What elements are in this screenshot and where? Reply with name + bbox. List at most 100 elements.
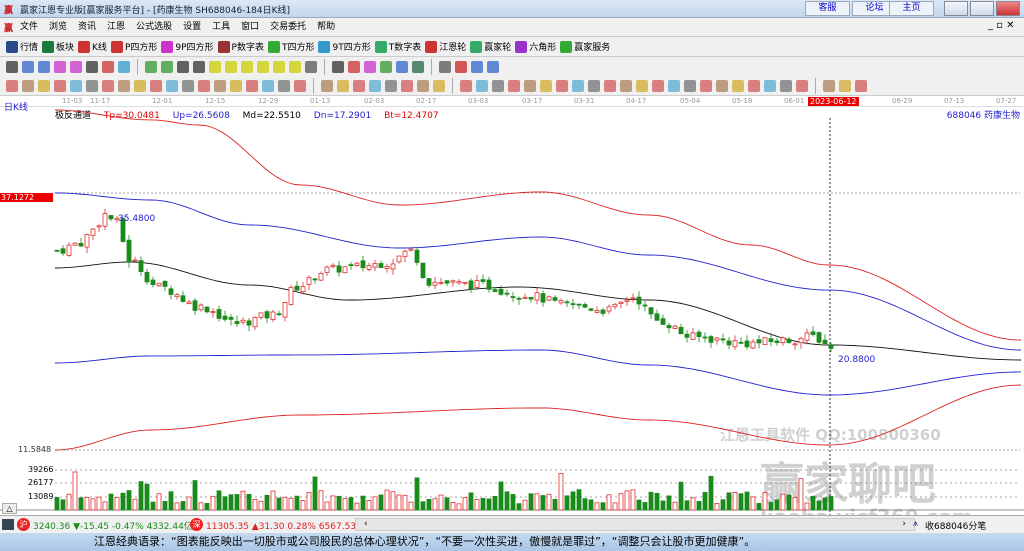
toolbar-button[interactable]: 赢家服务: [560, 40, 610, 53]
minimize-button[interactable]: [944, 1, 968, 16]
chart-tool-icon[interactable]: [193, 60, 205, 73]
customer-service-link[interactable]: 客服: [805, 1, 850, 16]
drawing-tool-icon[interactable]: [166, 79, 178, 92]
chart-tool-icon[interactable]: [471, 60, 483, 73]
collapse-panel-button[interactable]: △: [2, 503, 17, 514]
drawing-tool-icon[interactable]: [684, 79, 696, 92]
drawing-tool-icon[interactable]: [70, 79, 82, 92]
shanghai-index[interactable]: 3240.36 ▼-15.45 -0.47% 4332.44亿: [33, 519, 193, 532]
drawing-tool-icon[interactable]: [796, 79, 808, 92]
horizontal-scrollbar[interactable]: ‹ ›: [355, 518, 915, 531]
chart-tool-icon[interactable]: [380, 60, 392, 73]
drawing-tool-icon[interactable]: [102, 79, 114, 92]
chart-tool-icon[interactable]: [348, 60, 360, 73]
menu-item[interactable]: 江恩: [107, 18, 125, 37]
chart-tool-icon[interactable]: [439, 60, 451, 73]
drawing-tool-icon[interactable]: [839, 79, 851, 92]
drawing-tool-icon[interactable]: [337, 79, 349, 92]
drawing-tool-icon[interactable]: [321, 79, 333, 92]
menu-item[interactable]: 工具: [212, 18, 230, 37]
chart-tool-icon[interactable]: [177, 60, 189, 73]
drawing-tool-icon[interactable]: [524, 79, 536, 92]
close-button[interactable]: [996, 1, 1020, 16]
chart-tool-icon[interactable]: [145, 60, 157, 73]
chart-tool-icon[interactable]: [38, 60, 50, 73]
chart-tool-icon[interactable]: [257, 60, 269, 73]
tick-data-label[interactable]: 收688046分笔: [925, 519, 986, 532]
menu-item[interactable]: 资讯: [78, 18, 96, 37]
drawing-tool-icon[interactable]: [716, 79, 728, 92]
menu-item[interactable]: 公式选股: [136, 18, 172, 37]
toolbar-button[interactable]: 赢家轮: [470, 40, 511, 53]
chart-tool-icon[interactable]: [54, 60, 66, 73]
drawing-tool-icon[interactable]: [86, 79, 98, 92]
chart-tool-icon[interactable]: [86, 60, 98, 73]
chart-tool-icon[interactable]: [289, 60, 301, 73]
chart-tool-icon[interactable]: [412, 60, 424, 73]
chart-tool-icon[interactable]: [6, 60, 18, 73]
toolbar-button[interactable]: 行情: [6, 40, 38, 53]
drawing-tool-icon[interactable]: [214, 79, 226, 92]
drawing-tool-icon[interactable]: [230, 79, 242, 92]
drawing-tool-icon[interactable]: [780, 79, 792, 92]
child-window-controls[interactable]: _ ▫ ✕: [988, 20, 1015, 31]
chart-tool-icon[interactable]: [305, 60, 317, 73]
kline-chart[interactable]: [0, 96, 1024, 516]
chart-tool-icon[interactable]: [241, 60, 253, 73]
menu-item[interactable]: 窗口: [241, 18, 259, 37]
drawing-tool-icon[interactable]: [54, 79, 66, 92]
drawing-tool-icon[interactable]: [198, 79, 210, 92]
drawing-tool-icon[interactable]: [492, 79, 504, 92]
chart-tool-icon[interactable]: [70, 60, 82, 73]
toolbar-button[interactable]: T四方形: [267, 40, 314, 53]
toolbar-button[interactable]: T数字表: [374, 40, 421, 53]
drawing-tool-icon[interactable]: [38, 79, 50, 92]
drawing-tool-icon[interactable]: [6, 79, 18, 92]
drawing-tool-icon[interactable]: [732, 79, 744, 92]
restore-button[interactable]: [970, 1, 994, 16]
drawing-tool-icon[interactable]: [620, 79, 632, 92]
drawing-tool-icon[interactable]: [460, 79, 472, 92]
chart-tool-icon[interactable]: [396, 60, 408, 73]
drawing-tool-icon[interactable]: [385, 79, 397, 92]
drawing-tool-icon[interactable]: [764, 79, 776, 92]
drawing-tool-icon[interactable]: [855, 79, 867, 92]
homepage-link[interactable]: 主页: [889, 1, 934, 16]
calculator-icon[interactable]: [2, 519, 14, 530]
toolbar-button[interactable]: P四方形: [110, 40, 157, 53]
toolbar-button[interactable]: 江恩轮: [425, 40, 466, 53]
drawing-tool-icon[interactable]: [636, 79, 648, 92]
drawing-tool-icon[interactable]: [246, 79, 258, 92]
menu-item[interactable]: 设置: [183, 18, 201, 37]
drawing-tool-icon[interactable]: [278, 79, 290, 92]
chart-tool-icon[interactable]: [364, 60, 376, 73]
drawing-tool-icon[interactable]: [700, 79, 712, 92]
menu-item[interactable]: 交易委托: [270, 18, 306, 37]
drawing-tool-icon[interactable]: [433, 79, 445, 92]
drawing-tool-icon[interactable]: [417, 79, 429, 92]
chart-tool-icon[interactable]: [455, 60, 467, 73]
chart-tool-icon[interactable]: [102, 60, 114, 73]
drawing-tool-icon[interactable]: [588, 79, 600, 92]
drawing-tool-icon[interactable]: [823, 79, 835, 92]
drawing-tool-icon[interactable]: [748, 79, 760, 92]
drawing-tool-icon[interactable]: [22, 79, 34, 92]
chart-tool-icon[interactable]: [487, 60, 499, 73]
drawing-tool-icon[interactable]: [401, 79, 413, 92]
drawing-tool-icon[interactable]: [294, 79, 306, 92]
drawing-tool-icon[interactable]: [134, 79, 146, 92]
scroll-left-icon[interactable]: ‹: [364, 519, 368, 529]
toolbar-button[interactable]: 9T四方形: [318, 40, 371, 53]
menu-item[interactable]: 浏览: [49, 18, 67, 37]
drawing-tool-icon[interactable]: [572, 79, 584, 92]
chart-tool-icon[interactable]: [161, 60, 173, 73]
drawing-tool-icon[interactable]: [262, 79, 274, 92]
scroll-right-icon[interactable]: ›: [902, 519, 906, 529]
drawing-tool-icon[interactable]: [476, 79, 488, 92]
toolbar-button[interactable]: 板块: [42, 40, 74, 53]
drawing-tool-icon[interactable]: [668, 79, 680, 92]
chart-tool-icon[interactable]: [118, 60, 130, 73]
drawing-tool-icon[interactable]: [540, 79, 552, 92]
drawing-tool-icon[interactable]: [652, 79, 664, 92]
menu-item[interactable]: 文件: [20, 18, 38, 37]
